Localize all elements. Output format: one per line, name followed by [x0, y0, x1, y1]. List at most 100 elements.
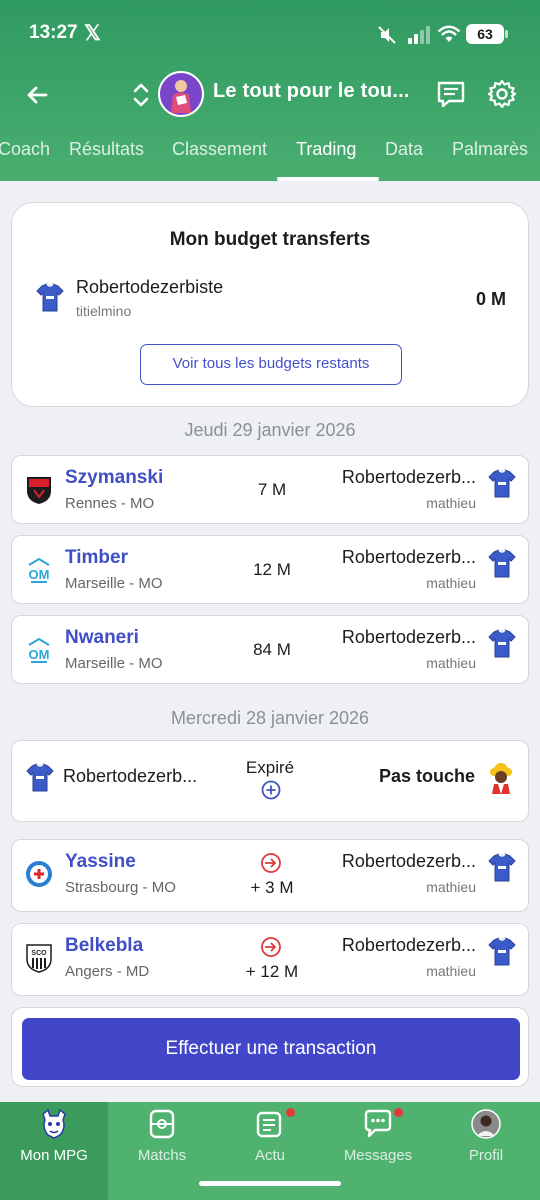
transfer-row[interactable]: SCO Belkebla Angers - MD + 12 M Robertod… [11, 923, 529, 996]
nav-mon-mpg[interactable]: Mon MPG [0, 1102, 108, 1200]
active-tab-indicator [277, 177, 379, 181]
mute-icon [378, 26, 396, 44]
player-club-position: Strasbourg - MO [65, 879, 176, 896]
profile-avatar [471, 1109, 501, 1139]
league-tabs: Coach Résultats Classement Trading Data … [0, 130, 540, 181]
transfer-amount: + 12 M [245, 962, 299, 981]
back-arrow-icon[interactable] [22, 80, 52, 110]
transfer-amount: 12 M [253, 560, 291, 579]
destination-team: Robertodezerb... [341, 547, 476, 567]
nav-label: Profil [468, 1147, 504, 1164]
player-club-position: Angers - MD [65, 963, 150, 980]
league-avatar[interactable] [158, 71, 204, 117]
battery-indicator: 63 [466, 24, 504, 44]
destination-user: mathieu [426, 495, 476, 511]
team-jersey-icon [488, 469, 516, 498]
notification-badge [394, 1108, 403, 1117]
player-club-position: Marseille - MO [65, 575, 163, 592]
player-name[interactable]: Belkebla [65, 935, 143, 957]
svg-text:SCO: SCO [31, 950, 47, 957]
destination-team: Robertodezerb... [341, 935, 476, 955]
destination-team: Robertodezerb... [341, 851, 476, 871]
destination-user: mathieu [426, 655, 476, 671]
tab-data[interactable]: Data [385, 139, 423, 160]
team-avatar-icon [490, 763, 512, 794]
nav-label: Mon MPG [20, 1147, 88, 1164]
notification-badge [286, 1108, 295, 1117]
tab-results[interactable]: Résultats [69, 139, 144, 160]
transfer-in-arrow-icon [261, 937, 281, 957]
budget-team-name: Robertodezerbiste [76, 277, 224, 297]
angers-logo-icon: SCO [26, 944, 52, 973]
mpg-logo-icon [42, 1108, 66, 1139]
status-bar: 13:27 𝕏 63 [0, 18, 540, 50]
action-card: Effectuer une transaction [11, 1007, 529, 1087]
team-jersey-icon [488, 549, 516, 578]
player-club-position: Marseille - MO [65, 655, 163, 672]
transfer-amount: 84 M [253, 640, 291, 659]
nav-profil[interactable]: Profil [432, 1102, 540, 1200]
budget-card: Mon budget transferts Robertodezerbiste … [11, 202, 529, 407]
date-header: Jeudi 29 janvier 2026 [184, 420, 356, 440]
app-header: 13:27 𝕏 63 Le tout pour le tou... Coach … [0, 0, 540, 181]
news-icon [256, 1111, 282, 1138]
rennes-logo-icon [27, 477, 51, 504]
player-name[interactable]: Nwaneri [65, 627, 139, 649]
transfer-row[interactable]: Nwaneri Marseille - MO 84 M Robertodezer… [11, 615, 529, 684]
home-indicator [199, 1181, 341, 1186]
budget-title: Mon budget transferts [169, 229, 371, 250]
tab-trading[interactable]: Trading [296, 139, 356, 160]
battery-tip [505, 30, 508, 38]
status-time: 13:27 [29, 22, 78, 43]
team-jersey-icon [488, 937, 516, 966]
x-app-icon: 𝕏 [84, 22, 101, 45]
destination-user: mathieu [426, 575, 476, 591]
transfer-row[interactable]: Szymanski Rennes - MO 7 M Robertodezerb.… [11, 455, 529, 524]
player-name[interactable]: Yassine [65, 851, 136, 873]
signal-icon [408, 26, 430, 44]
transfer-in-arrow-icon [261, 853, 281, 873]
transfer-row[interactable]: Timber Marseille - MO 12 M Robertodezerb… [11, 535, 529, 604]
receiving-team: Pas touche [378, 766, 475, 786]
offer-status: Expiré [245, 758, 295, 777]
transfer-amount: 7 M [257, 480, 287, 499]
transfer-amount: + 3 M [250, 878, 294, 897]
make-transaction-button[interactable]: Effectuer une transaction [22, 1018, 520, 1080]
player-club-position: Rennes - MO [65, 495, 155, 512]
nav-label: Messages [343, 1147, 413, 1164]
league-topbar: Le tout pour le tou... [0, 70, 540, 118]
destination-team: Robertodezerb... [341, 467, 476, 487]
destination-user: mathieu [426, 963, 476, 979]
budget-user-name: titielmino [76, 303, 132, 319]
gear-icon[interactable] [486, 78, 518, 110]
chat-icon[interactable] [435, 78, 467, 110]
nav-label: Actu [254, 1147, 285, 1164]
match-icon [149, 1109, 175, 1139]
destination-team: Robertodezerb... [341, 627, 476, 647]
budget-amount: 0 M [475, 289, 506, 309]
chat-icon [364, 1109, 392, 1138]
tab-ranking[interactable]: Classement [172, 139, 267, 160]
tab-palmares[interactable]: Palmarès [452, 139, 528, 160]
wifi-icon [437, 25, 461, 42]
expired-offer-row[interactable]: Robertodezerb... Expiré Pas touche [11, 740, 529, 822]
league-title[interactable]: Le tout pour le tou... [213, 80, 423, 103]
team-jersey-icon [36, 283, 64, 312]
player-name[interactable]: Timber [65, 547, 128, 569]
tab-coach[interactable]: Coach [0, 139, 50, 160]
transfer-row[interactable]: Yassine Strasbourg - MO + 3 M Robertodez… [11, 839, 529, 912]
destination-user: mathieu [426, 879, 476, 895]
player-name[interactable]: Szymanski [65, 467, 163, 489]
marseille-logo-icon [27, 558, 51, 584]
strasbourg-logo-icon [26, 861, 52, 887]
team-jersey-icon [26, 763, 54, 792]
plus-circle-icon[interactable] [261, 780, 281, 800]
nav-label: Matchs [137, 1147, 187, 1164]
switch-league-icon[interactable] [130, 80, 152, 110]
date-header: Mercredi 28 janvier 2026 [170, 708, 370, 728]
marseille-logo-icon [27, 638, 51, 664]
view-all-budgets-button[interactable]: Voir tous les budgets restants [140, 344, 402, 385]
offering-team: Robertodezerb... [63, 766, 198, 786]
team-jersey-icon [488, 853, 516, 882]
team-jersey-icon [488, 629, 516, 658]
